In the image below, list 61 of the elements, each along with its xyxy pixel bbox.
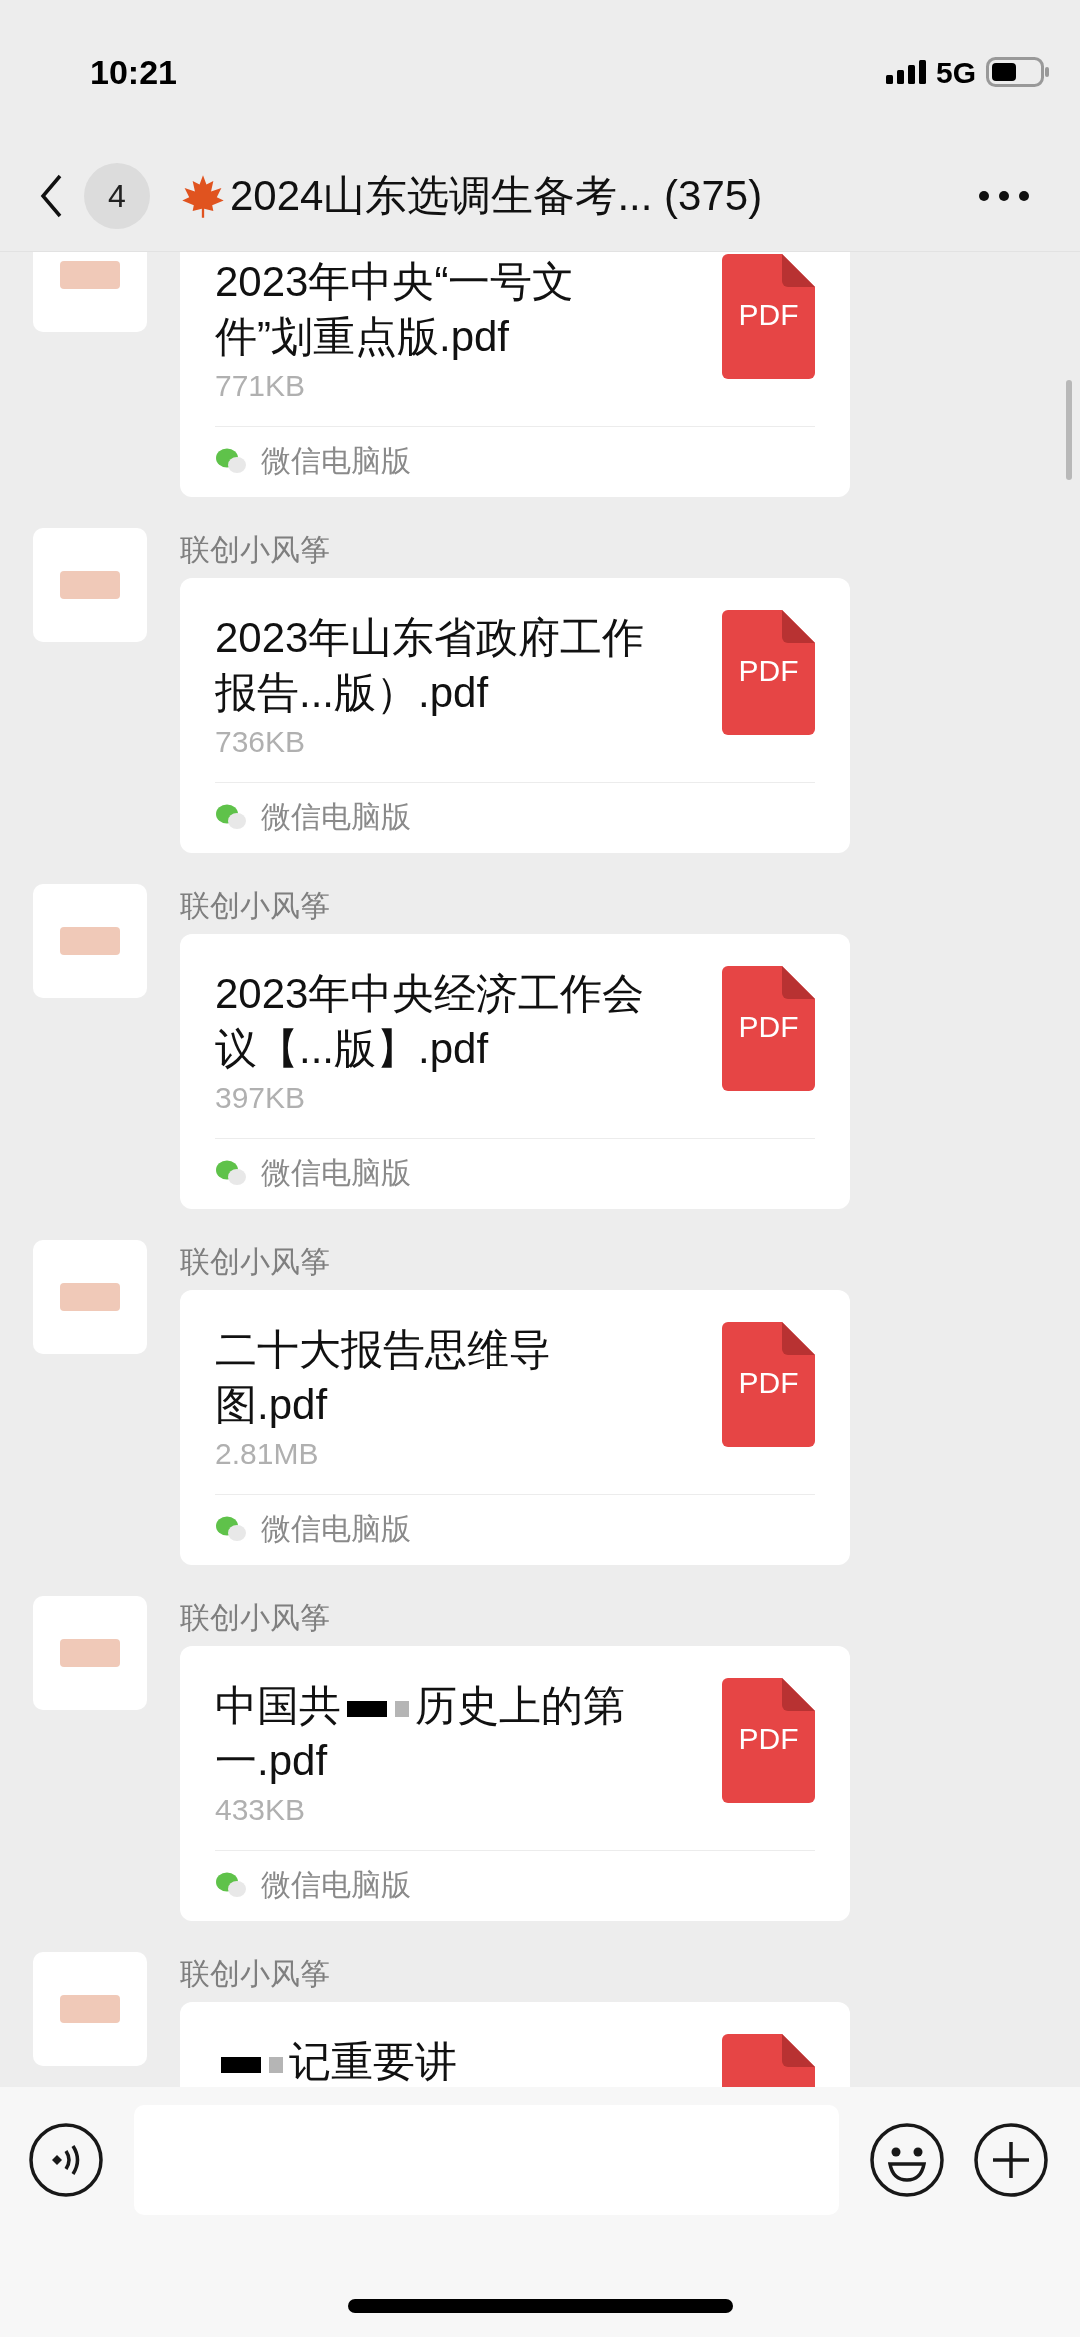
- file-name: 2023年中央“一号文件”划重点版.pdf: [215, 257, 576, 362]
- file-name: 2023年中央经济工作会议【...版】.pdf: [215, 969, 645, 1074]
- file-type-label: PDF: [737, 300, 800, 330]
- chat-bubbles-icon: [215, 803, 247, 831]
- sender-name: 联创小风筝: [180, 1600, 331, 1636]
- file-type-label: PDF: [737, 1724, 800, 1754]
- avatar-image[interactable]: [33, 252, 147, 332]
- source-label: 微信电脑版: [261, 443, 411, 479]
- avatar-image[interactable]: [33, 1952, 147, 2066]
- chat-title: 2024山东选调生备考... (375): [230, 171, 763, 221]
- file-message-card[interactable]: 二十大报告思维导图.pdf 2.81MB PDF 微信电脑版: [180, 1290, 850, 1565]
- redaction-mark: [347, 1700, 409, 1717]
- file-size: 771KB: [215, 368, 307, 404]
- file-message-card[interactable]: 记重要讲: [180, 2002, 850, 2087]
- redaction-mark: [221, 2056, 283, 2073]
- status-time: 10:21: [90, 51, 177, 93]
- file-name: 2023年山东省政府工作报告...版）.pdf: [215, 613, 645, 718]
- chat-bubbles-icon: [215, 1159, 247, 1187]
- file-name: 二十大报告思维导图.pdf: [215, 1325, 552, 1430]
- file-name: 记重要讲: [215, 2034, 645, 2087]
- pdf-file-icon: [722, 610, 815, 735]
- file-message-card[interactable]: 中国共 历史上的第一.pdf 433KB PDF 微信电脑版: [180, 1646, 850, 1921]
- sender-name: 联创小风筝: [180, 532, 331, 568]
- file-type-label: PDF: [737, 1012, 800, 1042]
- source-label: 微信电脑版: [261, 1155, 411, 1191]
- avatar-image[interactable]: [33, 1240, 147, 1354]
- avatar-image[interactable]: [33, 884, 147, 998]
- file-size: 736KB: [215, 724, 307, 760]
- pdf-file-icon: [722, 254, 815, 379]
- source-label: 微信电脑版: [261, 799, 411, 835]
- chat-bubbles-icon: [215, 1515, 247, 1543]
- file-message-card[interactable]: 2023年中央“一号文件”划重点版.pdf 771KB PDF 微信电脑版: [180, 252, 850, 497]
- file-type-label: PDF: [737, 656, 800, 686]
- source-label: 微信电脑版: [261, 1511, 411, 1547]
- chat-bubbles-icon: [215, 1871, 247, 1899]
- emoji-icon[interactable]: [869, 2122, 945, 2198]
- sender-name: 联创小风筝: [180, 1956, 331, 1992]
- file-name: 中国共 历史上的第一.pdf: [215, 1681, 626, 1786]
- sender-name: 联创小风筝: [180, 888, 331, 924]
- network-type: 5G: [935, 54, 976, 91]
- file-size: 433KB: [215, 1792, 307, 1828]
- add-icon[interactable]: [973, 2122, 1049, 2198]
- file-message-card[interactable]: 2023年山东省政府工作报告...版）.pdf 736KB PDF 微信电脑版: [180, 578, 850, 853]
- sender-name: 联创小风筝: [180, 1244, 331, 1280]
- avatar-image[interactable]: [33, 1596, 147, 1710]
- more-icon[interactable]: [978, 189, 1030, 202]
- battery-icon: [986, 57, 1050, 87]
- chat-bubbles-icon: [215, 447, 247, 475]
- back-icon[interactable]: [40, 173, 64, 218]
- unread-count-badge: 4: [84, 162, 150, 229]
- file-message-card[interactable]: 2023年中央经济工作会议【...版】.pdf 397KB PDF 微信电脑版: [180, 934, 850, 1209]
- avatar-image[interactable]: [33, 528, 147, 642]
- signal-icon: [885, 60, 926, 84]
- file-size: 2.81MB: [215, 1436, 320, 1472]
- file-type-label: PDF: [737, 1368, 800, 1398]
- voice-icon[interactable]: [28, 2122, 104, 2198]
- pdf-file-icon: [722, 1678, 815, 1803]
- pdf-file-icon: [722, 1322, 815, 1447]
- pdf-file-icon: [722, 966, 815, 1091]
- source-label: 微信电脑版: [261, 1867, 411, 1903]
- file-size: 397KB: [215, 1080, 307, 1116]
